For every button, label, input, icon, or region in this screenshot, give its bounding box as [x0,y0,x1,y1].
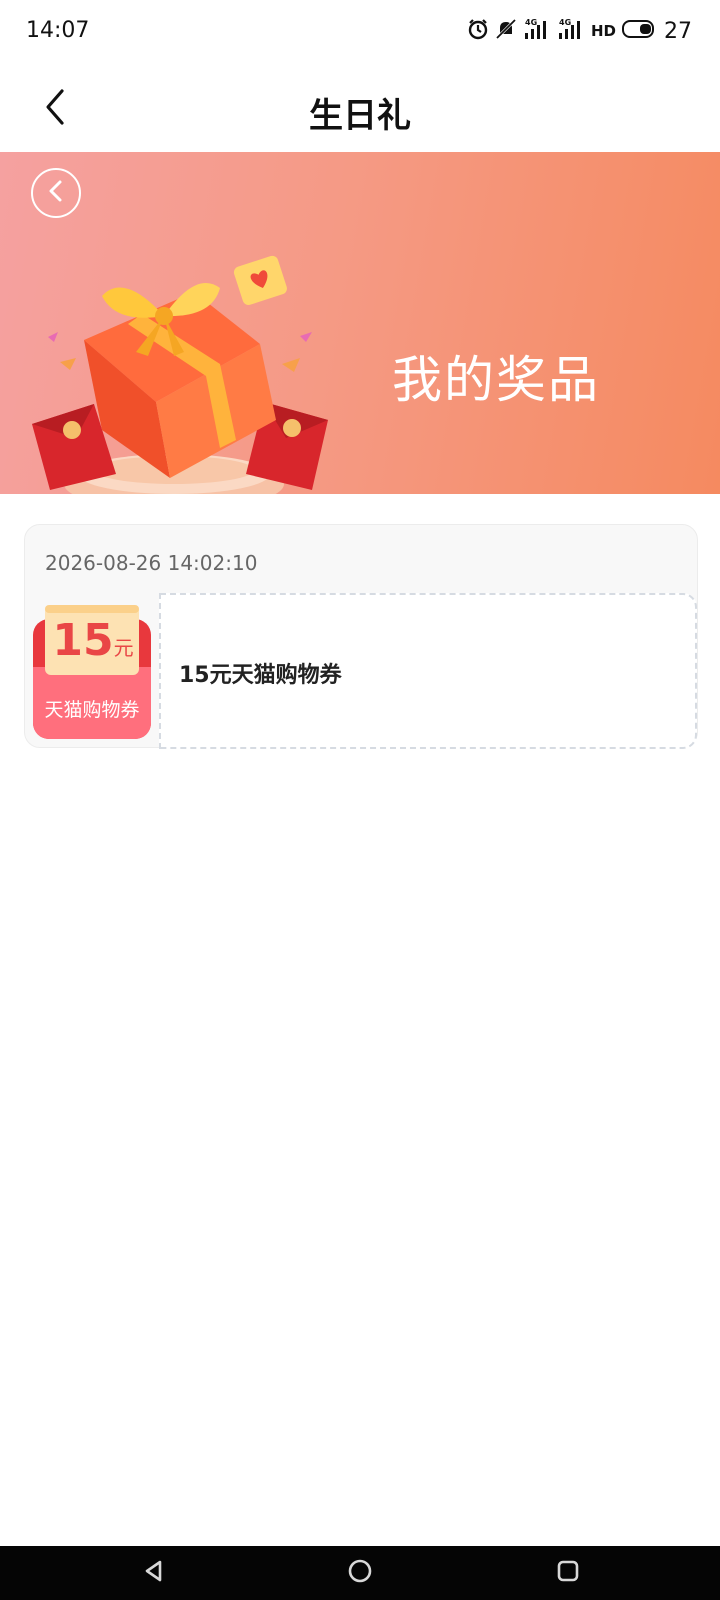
svg-text:4G: 4G [559,18,571,27]
system-home-button[interactable] [344,1557,376,1589]
banner-title: 我的奖品 [392,351,600,409]
prize-card[interactable]: 2026-08-26 14:02:10 15元 天猫购物券 15元天猫购物券 [24,524,698,749]
coupon-label: 天猫购物券 [44,699,140,721]
battery-level: 27 [664,18,692,44]
mute-icon [495,18,517,44]
status-time: 14:07 [26,18,90,43]
banner-back-button[interactable] [31,168,81,218]
signal-icon: 4G [557,17,585,45]
system-back-button[interactable] [138,1557,170,1589]
nav-bar: 生日礼 [0,66,720,152]
coupon-amount-value: 15 [52,615,114,666]
page-title: 生日礼 [309,96,411,136]
home-circle-icon [347,1558,373,1588]
coupon-amount: 15元 [45,615,141,666]
svg-text:4G: 4G [525,18,537,27]
recents-square-icon [556,1559,580,1587]
circle-chevron-left-icon [45,178,67,208]
back-triangle-icon [142,1559,166,1587]
prize-banner: 我的奖品 [0,152,720,494]
alarm-icon [467,18,489,44]
prize-info: 15元天猫购物券 [159,593,697,749]
gift-box-illustration [32,255,328,494]
system-nav-bar [0,1546,720,1600]
status-icons: 4G 4G HD 27 [467,16,692,46]
system-recents-button[interactable] [552,1557,584,1589]
prize-name: 15元天猫购物券 [179,663,342,688]
status-bar: 14:07 4G 4G HD 27 [0,0,720,66]
hd-label: HD [590,22,616,40]
coupon-amount-unit: 元 [113,636,134,660]
battery-icon [622,19,656,43]
prize-date: 2026-08-26 14:02:10 [45,551,258,575]
signal-icon: 4G [523,17,551,45]
